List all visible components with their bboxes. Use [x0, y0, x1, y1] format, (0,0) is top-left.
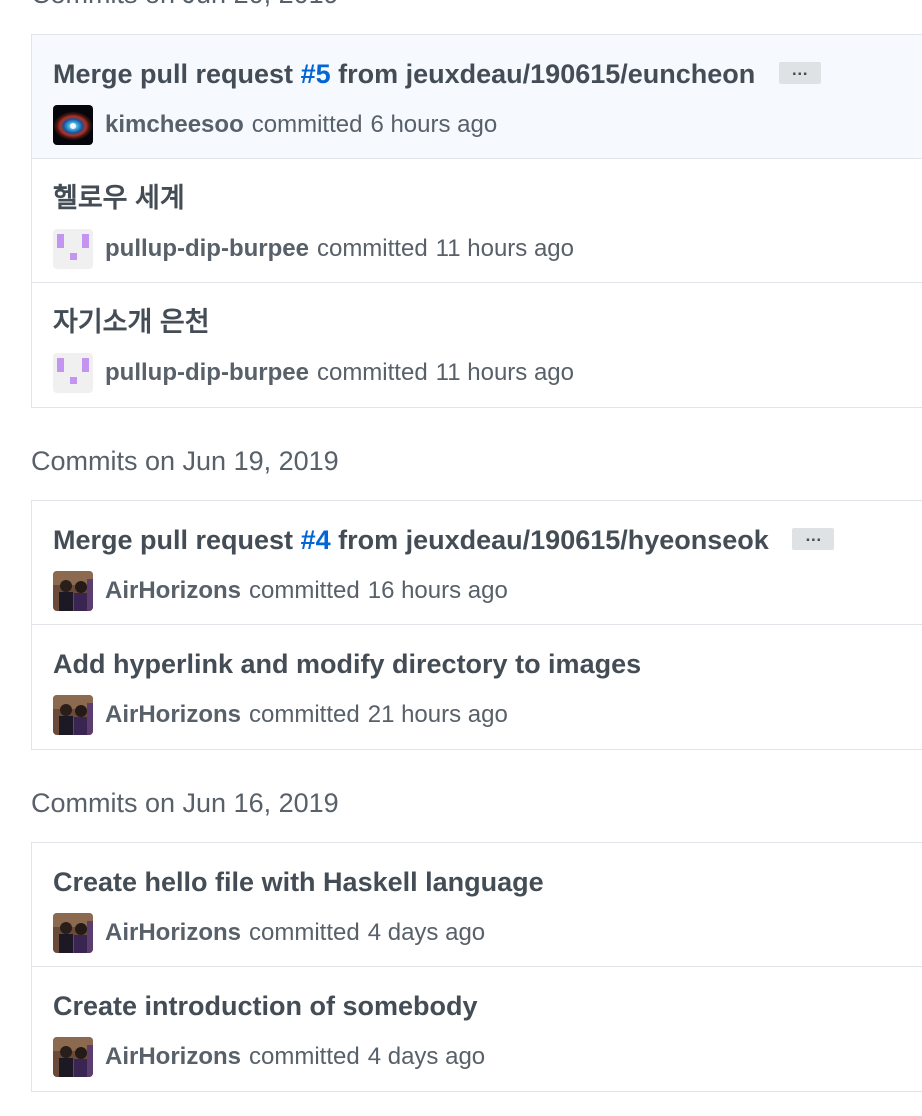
commit-row: 헬로우 세계 pullup-dip-burpee committed 11 ho…: [32, 159, 922, 283]
photo-avatar[interactable]: [53, 695, 93, 735]
commit-verb: committed: [249, 1043, 360, 1070]
nebula-eye-avatar[interactable]: [53, 105, 93, 145]
commit-row: Merge pull request #4 from jeuxdeau/1906…: [32, 501, 922, 625]
commit-group-heading: Commits on Jun 19, 2019: [31, 446, 339, 476]
commit-row: Create introduction of somebody AirHoriz…: [32, 967, 922, 1091]
expand-message-button[interactable]: …: [778, 61, 821, 84]
commit-time: 21 hours ago: [367, 701, 508, 728]
commit-title[interactable]: Merge pull request #5 from jeuxdeau/1906…: [53, 57, 821, 91]
pull-request-link[interactable]: #4: [301, 525, 331, 555]
commit-title[interactable]: Add hyperlink and modify directory to im…: [53, 647, 641, 681]
commit-time: 4 days ago: [367, 1043, 486, 1070]
expand-message-button[interactable]: …: [792, 527, 835, 550]
commit-time: 11 hours ago: [435, 359, 574, 386]
commit-meta: kimcheesoo committed 6 hours ago: [53, 105, 497, 145]
commit-row: Merge pull request #5 from jeuxdeau/1906…: [32, 35, 922, 159]
commit-row: Create hello file with Haskell language …: [32, 843, 922, 967]
identicon-avatar[interactable]: [53, 229, 93, 269]
commit-author-link[interactable]: AirHorizons: [105, 919, 241, 947]
commit-verb: committed: [249, 919, 360, 946]
commit-title-text[interactable]: from jeuxdeau/190615/euncheon: [331, 59, 755, 89]
commit-meta: pullup-dip-burpee committed 11 hours ago: [53, 229, 574, 269]
commit-meta: pullup-dip-burpee committed 11 hours ago: [53, 353, 574, 393]
commit-meta: AirHorizons committed 16 hours ago: [53, 571, 508, 611]
commit-title[interactable]: Create introduction of somebody: [53, 989, 478, 1023]
commit-author-link[interactable]: AirHorizons: [105, 1043, 241, 1071]
commit-verb: committed: [249, 701, 360, 728]
commit-meta: AirHorizons committed 4 days ago: [53, 913, 485, 953]
commit-author-link[interactable]: pullup-dip-burpee: [105, 359, 309, 387]
commit-author-link[interactable]: AirHorizons: [105, 577, 241, 605]
commit-time: 4 days ago: [367, 919, 486, 946]
commit-list: Merge pull request #5 from jeuxdeau/1906…: [31, 34, 922, 408]
photo-avatar[interactable]: [53, 571, 93, 611]
commit-time: 6 hours ago: [370, 111, 498, 138]
commit-verb: committed: [316, 235, 428, 262]
photo-avatar[interactable]: [53, 913, 93, 953]
commit-list: Create hello file with Haskell language …: [31, 842, 922, 1092]
commit-verb: committed: [251, 111, 363, 138]
commit-title[interactable]: 자기소개 은천: [53, 305, 210, 339]
commit-title[interactable]: Create hello file with Haskell language: [53, 865, 544, 899]
photo-avatar[interactable]: [53, 1037, 93, 1077]
commit-time: 16 hours ago: [367, 577, 508, 604]
commit-time: 11 hours ago: [435, 235, 574, 262]
commit-author-link[interactable]: pullup-dip-burpee: [105, 235, 309, 263]
commit-verb: committed: [316, 359, 428, 386]
commit-title-text[interactable]: Merge pull request: [53, 525, 301, 555]
commit-meta: AirHorizons committed 4 days ago: [53, 1037, 485, 1077]
pull-request-link[interactable]: #5: [301, 59, 331, 89]
commit-meta: AirHorizons committed 21 hours ago: [53, 695, 508, 735]
commit-title-text[interactable]: from jeuxdeau/190615/hyeonseok: [331, 525, 769, 555]
commit-list: Merge pull request #4 from jeuxdeau/1906…: [31, 500, 922, 750]
commit-title[interactable]: 헬로우 세계: [53, 181, 185, 215]
commit-title[interactable]: Merge pull request #4 from jeuxdeau/1906…: [53, 523, 835, 557]
identicon-avatar[interactable]: [53, 353, 93, 393]
commit-group-heading: Commits on Jun 16, 2019: [31, 788, 339, 818]
commit-title-text[interactable]: Merge pull request: [53, 59, 301, 89]
commit-verb: committed: [249, 577, 360, 604]
commit-author-link[interactable]: kimcheesoo: [105, 111, 244, 139]
commit-row: 자기소개 은천 pullup-dip-burpee committed 11 h…: [32, 283, 922, 407]
commit-row: Add hyperlink and modify directory to im…: [32, 625, 922, 749]
commit-group-heading: Commits on Jun 20, 2019: [31, 0, 339, 8]
commit-author-link[interactable]: AirHorizons: [105, 701, 241, 729]
